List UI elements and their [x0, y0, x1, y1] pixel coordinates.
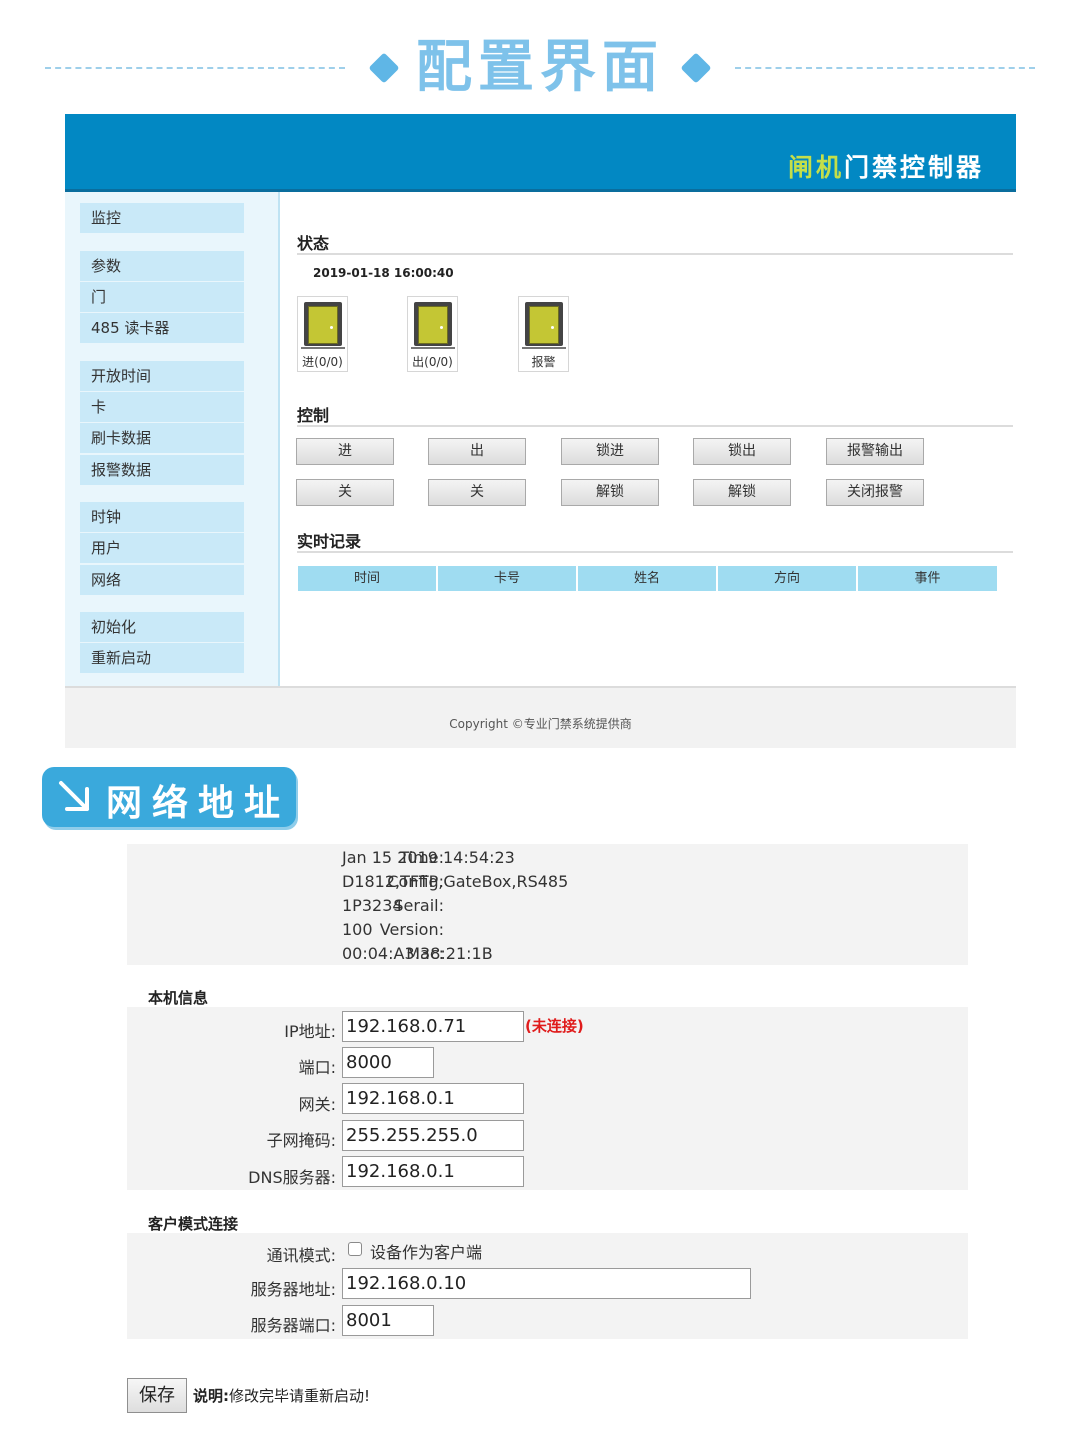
sidebar-item-parameters[interactable]: 参数 [80, 251, 244, 281]
local-info-title: 本机信息 [148, 989, 209, 1007]
page-heading: 配置界面 [0, 0, 1080, 112]
alarm-output-button[interactable]: 报警输出 [826, 438, 924, 465]
door-icon [414, 302, 452, 346]
app-title-accent: 闸机 [787, 153, 844, 182]
port-input[interactable]: 8000 [342, 1047, 434, 1078]
info-label-version: Version: [379, 920, 444, 939]
heading-divider-right [735, 67, 1035, 69]
server-address-label: 服务器地址: [250, 1280, 336, 1299]
diamond-icon [680, 52, 712, 84]
door-status-label: 报警 [531, 355, 556, 369]
open-out-button[interactable]: 出 [428, 438, 526, 465]
sidebar-item-swipe-data[interactable]: 刷卡数据 [80, 423, 244, 453]
sidebar-item-restart[interactable]: 重新启动 [80, 643, 244, 673]
heading-divider-left [45, 67, 345, 69]
copyright-text: Copyright ©专业门禁系统提供商 [449, 717, 632, 731]
app-title-rest: 门禁控制器 [843, 153, 984, 182]
subnet-mask-label: 子网掩码: [266, 1131, 336, 1150]
gateway-input[interactable]: 192.168.0.1 [342, 1083, 524, 1114]
sidebar: 监控 参数 门 485 读卡器 开放时间 卡 刷卡数据 报警数据 时钟 用户 网… [65, 192, 280, 686]
info-value-serial: 1P3234 [342, 896, 403, 915]
app-title: 闸机门禁控制器 [788, 148, 984, 184]
save-button[interactable]: 保存 [127, 1378, 187, 1413]
records-title: 实时记录 [297, 532, 362, 551]
info-value-config: D1812,TFTP,GateBox,RS485 [342, 872, 569, 891]
server-address-input[interactable]: 192.168.0.10 [342, 1268, 751, 1299]
server-port-input[interactable]: 8001 [342, 1305, 434, 1336]
main-content: 状态 2019-01-18 16:00:40 进(0/0) 出(0/0) 报警 … [282, 192, 1016, 686]
unlock-out-button[interactable]: 解锁 [693, 479, 791, 506]
unlock-in-button[interactable]: 解锁 [561, 479, 659, 506]
dns-server-input[interactable]: 192.168.0.1 [342, 1156, 524, 1187]
close-alarm-button[interactable]: 关闭报警 [826, 479, 924, 506]
sidebar-item-network[interactable]: 网络 [80, 565, 244, 595]
server-port-label: 服务器端口: [250, 1316, 336, 1335]
lock-in-button[interactable]: 锁进 [561, 438, 659, 465]
client-mode-checkbox[interactable] [348, 1242, 362, 1256]
note-prefix: 说明: [193, 1387, 229, 1405]
sidebar-item-open-time[interactable]: 开放时间 [80, 361, 244, 391]
ip-label: IP地址: [284, 1022, 336, 1041]
door-status-alarm: 报警 [518, 296, 569, 372]
app-header: 闸机门禁控制器 [65, 114, 1016, 192]
control-title: 控制 [297, 406, 330, 425]
column-header-event: 事件 [858, 566, 997, 591]
sidebar-item-door[interactable]: 门 [80, 282, 244, 312]
app-footer: Copyright ©专业门禁系统提供商 [65, 686, 1016, 748]
sidebar-item-card[interactable]: 卡 [80, 392, 244, 422]
client-mode-checkbox-label: 设备作为客户端 [370, 1243, 483, 1262]
connection-status: (未连接) [525, 1017, 584, 1035]
door-icon [525, 302, 563, 346]
restart-note: 说明:修改完毕请重新启动! [193, 1385, 370, 1406]
device-info-panel [127, 844, 968, 965]
arrow-down-right-icon [59, 781, 89, 811]
close-out-button[interactable]: 关 [428, 479, 526, 506]
sidebar-item-initialize[interactable]: 初始化 [80, 612, 244, 642]
banner-title: 网络地址 [106, 783, 291, 824]
sidebar-item-485-reader[interactable]: 485 读卡器 [80, 313, 244, 343]
diamond-icon [368, 52, 400, 84]
column-header-time: 时间 [298, 566, 436, 591]
door-icon [304, 302, 342, 346]
port-label: 端口: [298, 1058, 336, 1077]
subnet-mask-input[interactable]: 255.255.255.0 [342, 1120, 524, 1151]
control-divider [297, 425, 1013, 427]
door-status-label: 出(0/0) [412, 355, 453, 369]
info-value-version: 100 [342, 920, 373, 939]
door-status-out: 出(0/0) [407, 296, 458, 372]
open-in-button[interactable]: 进 [296, 438, 394, 465]
door-status-in: 进(0/0) [297, 296, 348, 372]
info-value-mac: 00:04:A3:38:21:1B [342, 944, 493, 963]
sidebar-item-monitor[interactable]: 监控 [80, 203, 244, 233]
lock-out-button[interactable]: 锁出 [693, 438, 791, 465]
client-mode-title: 客户模式连接 [148, 1215, 239, 1233]
note-text: 修改完毕请重新启动! [229, 1387, 371, 1405]
page-title: 配置界面 [416, 35, 664, 100]
gateway-label: 网关: [298, 1095, 336, 1114]
network-section-banner: 网络地址 [42, 767, 296, 827]
status-datetime: 2019-01-18 16:00:40 [313, 266, 454, 280]
status-divider [297, 253, 1013, 255]
sidebar-item-alarm-data[interactable]: 报警数据 [80, 455, 244, 485]
comm-mode-label: 通讯模式: [266, 1246, 336, 1265]
close-in-button[interactable]: 关 [296, 479, 394, 506]
door-status-label: 进(0/0) [302, 355, 343, 369]
column-header-card: 卡号 [438, 566, 576, 591]
dns-label: DNS服务器: [248, 1168, 336, 1187]
ip-address-input[interactable]: 192.168.0.71 [342, 1011, 524, 1042]
records-divider [297, 551, 1013, 553]
info-value-time: Jan 15 2019 14:54:23 [342, 848, 515, 867]
column-header-name: 姓名 [578, 566, 716, 591]
status-title: 状态 [297, 234, 330, 253]
controller-app: 闸机门禁控制器 监控 参数 门 485 读卡器 开放时间 卡 刷卡数据 报警数据… [65, 114, 1016, 748]
sidebar-item-users[interactable]: 用户 [80, 533, 244, 563]
column-header-direction: 方向 [718, 566, 856, 591]
sidebar-item-clock[interactable]: 时钟 [80, 502, 244, 532]
